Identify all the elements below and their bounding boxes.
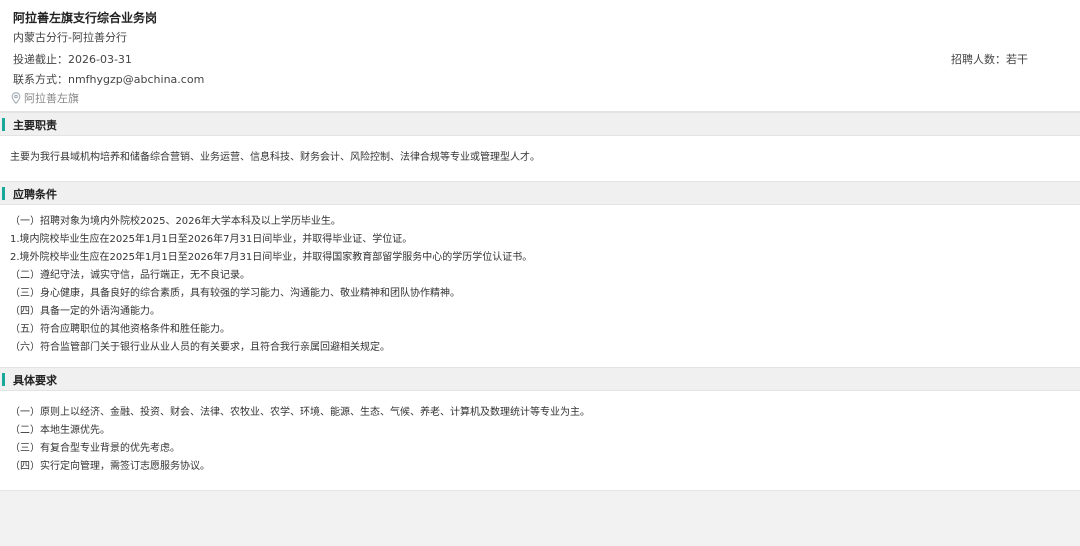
job-quota: 招聘人数：若干 [951,53,1028,66]
section-line: （三）有复合型专业背景的优先考虑。 [10,443,180,454]
section-header-specifics: 具体要求 [0,367,1080,391]
section-accent-bar [2,118,5,131]
job-branch: 内蒙古分行-阿拉善分行 [13,31,127,44]
section-title: 主要职责 [13,119,57,132]
section-header-requirements: 应聘条件 [0,181,1080,205]
section-line: （六）符合监管部门关于银行业从业人员的有关要求，且符合我行亲属回避相关规定。 [10,342,390,353]
section-title: 具体要求 [13,374,57,387]
section-line: （二）本地生源优先。 [10,425,110,436]
section-line: 主要为我行县域机构培养和储备综合营销、业务运营、信息科技、财务会计、风险控制、法… [10,152,540,163]
section-title: 应聘条件 [13,188,57,201]
section-line: （四）具备一定的外语沟通能力。 [10,306,160,317]
job-header: 阿拉善左旗支行综合业务岗 内蒙古分行-阿拉善分行 投递截止：2026-03-31… [0,0,1080,112]
section-body-requirements: （一）招聘对象为境内外院校2025、2026年大学本科及以上学历毕业生。 1.境… [10,213,532,357]
job-location-text: 阿拉善左旗 [24,92,79,105]
section-line: （五）符合应聘职位的其他资格条件和胜任能力。 [10,324,230,335]
map-pin-icon [11,92,21,104]
section-line: （一）招聘对象为境内外院校2025、2026年大学本科及以上学历毕业生。 [10,216,341,227]
section-body-duties: 主要为我行县域机构培养和储备综合营销、业务运营、信息科技、财务会计、风险控制、法… [10,149,540,167]
job-location: 阿拉善左旗 [11,90,79,106]
job-contact: 联系方式：nmfhygzp@abchina.com [13,73,205,86]
section-line: （二）遵纪守法，诚实守信，品行端正，无不良记录。 [10,270,250,281]
section-body-specifics: （一）原则上以经济、金融、投资、财会、法律、农牧业、农学、环境、能源、生态、气候… [10,404,590,476]
section-line: 2.境外院校毕业生应在2025年1月1日至2026年7月31日间毕业，并取得国家… [10,252,533,263]
section-line: （一）原则上以经济、金融、投资、财会、法律、农牧业、农学、环境、能源、生态、气候… [10,407,590,418]
job-title: 阿拉善左旗支行综合业务岗 [13,11,158,25]
section-line: （三）身心健康，具备良好的综合素质，具有较强的学习能力、沟通能力、敬业精神和团队… [10,288,460,299]
section-header-duties: 主要职责 [0,112,1080,136]
job-deadline: 投递截止：2026-03-31 [13,53,132,66]
section-accent-bar [2,373,5,386]
section-line: 1.境内院校毕业生应在2025年1月1日至2026年7月31日间毕业，并取得毕业… [10,234,413,245]
section-line: （四）实行定向管理，需签订志愿服务协议。 [10,461,210,472]
job-detail-panel: 阿拉善左旗支行综合业务岗 内蒙古分行-阿拉善分行 投递截止：2026-03-31… [0,0,1080,491]
section-accent-bar [2,187,5,200]
